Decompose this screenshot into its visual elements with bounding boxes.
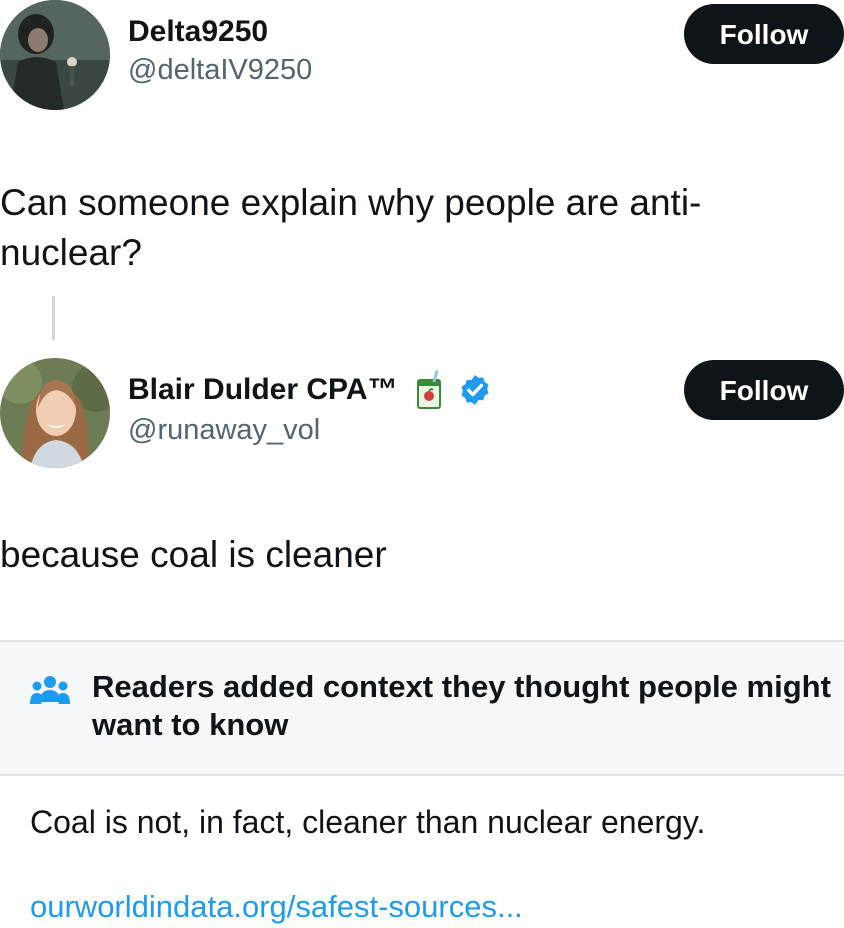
juice-box-icon [412,369,446,410]
verified-badge-icon[interactable] [458,373,492,407]
display-name[interactable]: Blair Dulder CPA™ [128,369,492,410]
thread-connector-line [52,296,55,340]
tweet-text: because coal is cleaner [0,534,387,575]
community-note: Readers added context they thought peopl… [0,640,844,928]
follow-button[interactable]: Follow [684,4,844,64]
avatar-photo [0,358,110,468]
user-handle[interactable]: @deltaIV9250 [128,52,312,88]
reply-tweet-header: Blair Dulder CPA™ @runaway_vol Follow [0,358,844,470]
community-note-header: Readers added context they thought peopl… [0,642,844,776]
display-name[interactable]: Delta9250 [128,14,312,50]
avatar-photo [0,0,110,110]
community-note-title: Readers added context they thought peopl… [92,669,831,742]
readers-group-icon [30,674,70,708]
follow-button[interactable]: Follow [684,360,844,420]
display-name-text[interactable]: Blair Dulder CPA™ [128,372,398,408]
original-tweet-header: Delta9250 @deltaIV9250 Follow [0,0,844,112]
name-block: Blair Dulder CPA™ @runaway_vol [128,369,492,448]
avatar[interactable] [0,0,110,110]
community-note-body: Coal is not, in fact, cleaner than nucle… [30,804,706,840]
tweet-text: Can someone explain why people are anti-… [0,182,702,273]
user-handle[interactable]: @runaway_vol [128,412,492,448]
display-name-text[interactable]: Delta9250 [128,14,268,50]
community-note-source-link[interactable]: ourworldindata.org/safest-sources... [30,888,523,926]
avatar[interactable] [0,358,110,468]
name-block: Delta9250 @deltaIV9250 [128,14,312,88]
